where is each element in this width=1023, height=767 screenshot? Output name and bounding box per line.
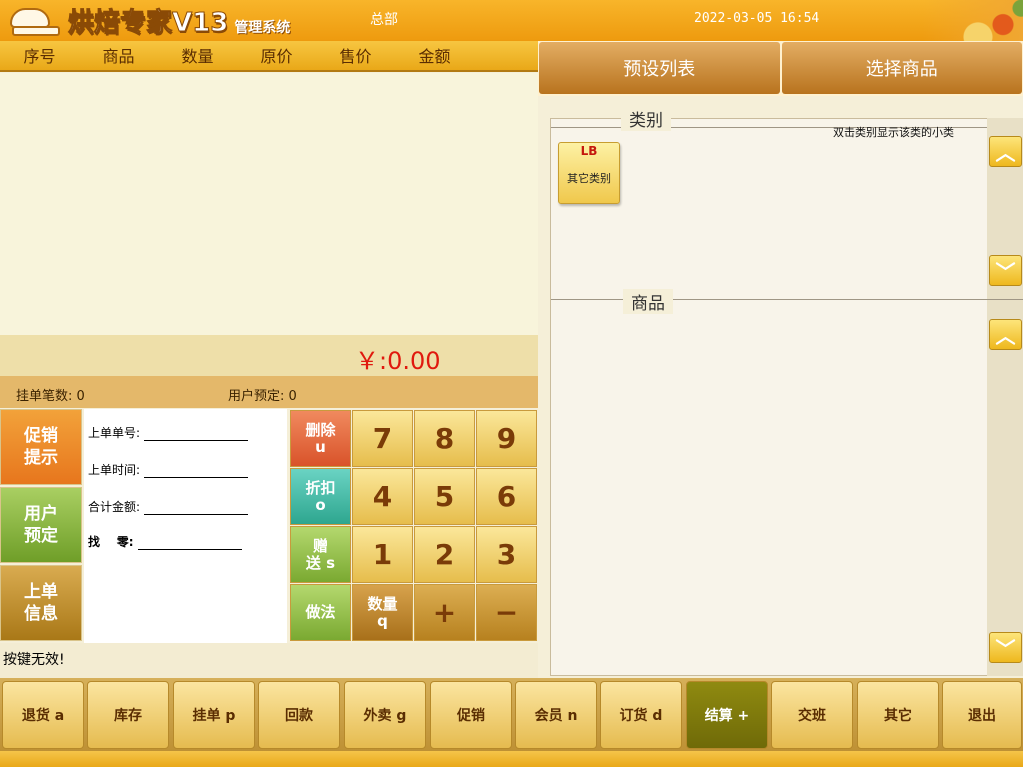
hung-orders-count: 挂单笔数: 0	[16, 389, 85, 404]
prev-order-no-row: 上单单号:	[88, 424, 249, 441]
category-legend: 类别	[621, 106, 671, 131]
col-header: 售价	[339, 47, 372, 66]
col-header: 序号	[23, 47, 56, 66]
promo-hint-label: 促销 提示	[24, 426, 58, 468]
discount-key-label: 折扣 o	[305, 478, 336, 514]
bottom-strip	[0, 751, 1023, 767]
total-amount-value	[144, 503, 249, 515]
selection-panel	[550, 118, 1023, 676]
product-divider-right	[672, 299, 1023, 300]
promo-hint-button[interactable]: 促销 提示	[0, 409, 82, 485]
discount-key[interactable]: 折扣 o	[290, 468, 351, 525]
digit-7-key[interactable]: 7	[352, 410, 413, 467]
scroll-column	[987, 118, 1023, 676]
promotion-button[interactable]: 促销	[430, 681, 512, 749]
order-list[interactable]	[0, 73, 538, 335]
total-bar: ￥:0.00	[0, 335, 538, 376]
takeout-button[interactable]: 外卖 g	[344, 681, 426, 749]
right-tabs: 预设列表 选择商品	[538, 41, 1023, 96]
reservations-count: 用户预定: 0	[228, 389, 297, 404]
product-divider-left	[551, 299, 623, 300]
total-amount-label: 合计金额:	[88, 500, 141, 514]
prev-order-time-row: 上单时间:	[88, 461, 249, 478]
category-scroll-up-button[interactable]: ︿	[989, 136, 1022, 167]
prev-order-time-label: 上单时间:	[88, 463, 141, 477]
chevron-up-icon: ︿	[995, 324, 1016, 348]
digit-8-key[interactable]: 8	[414, 410, 475, 467]
col-header: 金额	[418, 47, 451, 66]
chevron-up-icon: ︿	[995, 141, 1016, 165]
store-name: 总部	[370, 12, 398, 28]
payment-return-button[interactable]: 回款	[258, 681, 340, 749]
exit-button[interactable]: 退出	[942, 681, 1022, 749]
digit-4-key[interactable]: 4	[352, 468, 413, 525]
prev-order-no-value	[144, 429, 249, 441]
minus-key[interactable]: −	[476, 584, 537, 641]
order-goods-button[interactable]: 订货 d	[600, 681, 682, 749]
checkout-button[interactable]: 结算 +	[686, 681, 768, 749]
previous-order-info-button[interactable]: 上单 信息	[0, 565, 82, 641]
col-header: 数量	[181, 47, 214, 66]
chevron-down-icon: ﹀	[995, 260, 1016, 284]
method-key-label: 做法	[305, 603, 336, 621]
digit-3-key[interactable]: 3	[476, 526, 537, 583]
delete-key[interactable]: 删除 u	[290, 410, 351, 467]
status-bar: 挂单笔数: 0 用户预定: 0	[0, 376, 538, 408]
app-subtitle: 管理系统	[234, 20, 291, 36]
chevron-down-icon: ﹀	[995, 637, 1016, 661]
digit-9-key[interactable]: 9	[476, 410, 537, 467]
product-scroll-down-button[interactable]: ﹀	[989, 632, 1022, 663]
inventory-button[interactable]: 库存	[87, 681, 169, 749]
change-value	[137, 538, 242, 550]
hang-order-button[interactable]: 挂单 p	[173, 681, 255, 749]
col-header: 商品	[102, 47, 135, 66]
category-tile[interactable]: LB 其它类别	[558, 142, 620, 204]
shift-change-button[interactable]: 交班	[771, 681, 853, 749]
change-label: 找 零:	[88, 535, 134, 549]
app-title: 烘焙专家V13	[67, 8, 229, 39]
gift-key[interactable]: 赠 送 s	[290, 526, 351, 583]
digit-5-key[interactable]: 5	[414, 468, 475, 525]
food-decoration	[923, 0, 1023, 41]
plus-key[interactable]: +	[414, 584, 475, 641]
delete-key-label: 删除 u	[305, 420, 336, 456]
change-row: 找 零:	[88, 533, 242, 550]
method-key[interactable]: 做法	[290, 584, 351, 641]
member-button[interactable]: 会员 n	[515, 681, 597, 749]
gift-key-label: 赠 送 s	[305, 536, 336, 572]
digit-2-key[interactable]: 2	[414, 526, 475, 583]
total-amount-row: 合计金额:	[88, 498, 249, 515]
user-reservation-label: 用户 预定	[24, 504, 58, 546]
return-button[interactable]: 退货 a	[2, 681, 84, 749]
top-bar: 烘焙专家V13 管理系统 总部 2022-03-05 16:54	[0, 0, 1023, 41]
product-legend: 商品	[623, 289, 673, 314]
prev-order-time-value	[144, 466, 249, 478]
category-divider-left	[551, 127, 621, 128]
category-hint: 双击类别显示该类的小类	[833, 126, 954, 139]
other-button[interactable]: 其它	[857, 681, 939, 749]
category-scroll-down-button[interactable]: ﹀	[989, 255, 1022, 286]
user-reservation-button[interactable]: 用户 预定	[0, 487, 82, 563]
col-header: 原价	[260, 47, 293, 66]
category-name: 其它类别	[567, 172, 611, 185]
digit-6-key[interactable]: 6	[476, 468, 537, 525]
app-logo: 烘焙专家V13 管理系统	[6, 4, 291, 39]
prev-order-no-label: 上单单号:	[88, 426, 141, 440]
quantity-key-label: 数量 q	[367, 594, 398, 630]
order-table-header: 序号 商品 数量 原价 售价 金额	[0, 41, 538, 72]
previous-order-panel: 上单单号: 上单时间: 合计金额: 找 零:	[84, 409, 287, 643]
tab-select-product[interactable]: 选择商品	[781, 42, 1022, 94]
total-amount: ￥:0.00	[355, 347, 441, 375]
tab-preset-list[interactable]: 预设列表	[539, 42, 780, 94]
chef-hat-icon	[6, 8, 64, 38]
previous-order-info-label: 上单 信息	[24, 582, 58, 624]
quantity-key[interactable]: 数量 q	[352, 584, 413, 641]
digit-1-key[interactable]: 1	[352, 526, 413, 583]
message-text: 按键无效!	[3, 652, 65, 668]
message-bar: 按键无效!	[0, 643, 538, 678]
category-code: LB	[580, 144, 598, 158]
product-scroll-up-button[interactable]: ︿	[989, 319, 1022, 350]
datetime: 2022-03-05 16:54	[694, 11, 820, 26]
